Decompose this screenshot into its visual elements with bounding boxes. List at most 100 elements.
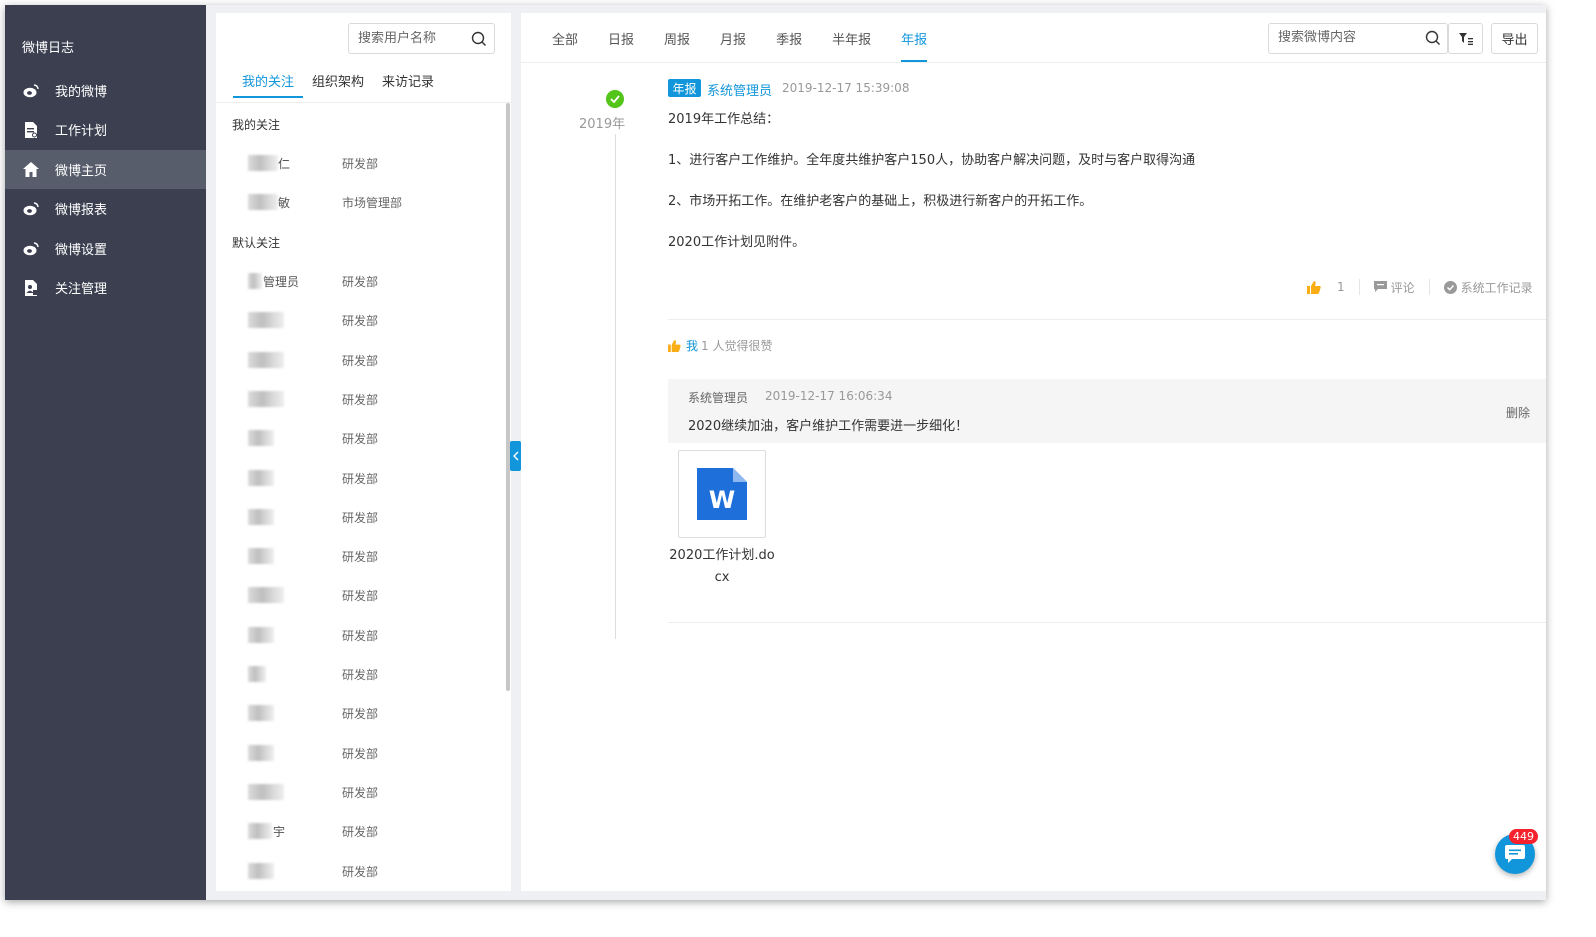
person-dept: 研发部 [342, 550, 379, 565]
avatar-blur [248, 390, 284, 407]
work-record-label: 系统工作记录 [1460, 280, 1533, 295]
comment-item: 系统管理员 2019-12-17 16:06:34 2020继续加油，客户维护工… [668, 379, 1546, 443]
svg-text:W: W [709, 486, 735, 514]
list-item[interactable]: 研发部 [248, 664, 498, 684]
chat-badge: 449 [1509, 829, 1538, 844]
comment-button[interactable]: 评论 [1373, 279, 1415, 296]
tab-daily[interactable]: 日报 [608, 13, 634, 62]
post-actions: 1 评论 系统工作记录 [1307, 278, 1533, 296]
avatar-blur [248, 587, 284, 604]
list-item[interactable]: 研发部 [248, 350, 498, 370]
list-item[interactable]: 研发部 [248, 546, 498, 566]
tab-half-year[interactable]: 半年报 [832, 13, 871, 62]
tab-quarterly[interactable]: 季报 [776, 13, 802, 62]
list-item[interactable]: 研发部 [248, 861, 498, 881]
home-icon [23, 162, 39, 178]
avatar-blur [248, 744, 274, 761]
scrollbar[interactable] [506, 103, 510, 691]
person-dept: 研发部 [342, 746, 379, 761]
list-item[interactable]: 研发部 [248, 468, 498, 488]
sidebar-item-weibo-settings[interactable]: 微博设置 [5, 229, 206, 268]
list-item[interactable]: 研发部 [248, 585, 498, 605]
likes-text: 1 人觉得很赞 [701, 339, 773, 353]
tab-org-structure[interactable]: 组织架构 [303, 71, 373, 98]
sidebar-item-my-weibo[interactable]: 我的微博 [5, 71, 206, 110]
chat-icon [1505, 845, 1525, 863]
person-name: 敏 [278, 196, 291, 210]
list-item[interactable]: 宇 研发部 [248, 821, 498, 841]
tab-visit-records[interactable]: 来访记录 [373, 71, 443, 98]
like-count: 1 [1337, 280, 1345, 294]
person-dept: 研发部 [342, 707, 379, 722]
chevron-left-icon [512, 451, 518, 461]
attachment-name[interactable]: 2020工作计划.docx [668, 545, 776, 589]
avatar-blur [248, 823, 272, 840]
app-frame: 微博日志 我的微博 工作计划 微博主页 微博报表 微博设置 关注管理 搜索用户名… [5, 5, 1546, 900]
group-title-my-follow: 我的关注 [232, 118, 281, 132]
tab-monthly[interactable]: 月报 [720, 13, 746, 62]
avatar-blur [248, 351, 284, 368]
people-tabs: 我的关注 组织架构 来访记录 [233, 71, 462, 98]
person-dept: 研发部 [342, 314, 379, 329]
like-button[interactable]: 1 [1307, 280, 1345, 294]
likes-me-link[interactable]: 我 [686, 337, 698, 354]
list-item[interactable]: 仁 研发部 [248, 153, 498, 173]
avatar-blur [248, 155, 278, 171]
list-item[interactable]: 研发部 [248, 428, 498, 448]
collapse-panel-button[interactable] [510, 441, 521, 471]
tab-weekly[interactable]: 周报 [664, 13, 690, 62]
user-search [348, 23, 495, 54]
sidebar-item-label: 工作计划 [55, 124, 108, 139]
tab-my-follow[interactable]: 我的关注 [233, 71, 304, 98]
post-time: 2019-12-17 15:39:08 [782, 81, 910, 95]
filter-button[interactable] [1448, 23, 1483, 54]
attachment-thumbnail[interactable]: W [678, 450, 766, 538]
divider [1358, 279, 1360, 295]
post-author[interactable]: 系统管理员 [707, 80, 772, 99]
sidebar-item-weibo-home[interactable]: 微博主页 [5, 150, 206, 189]
person-dept: 研发部 [342, 785, 379, 800]
tab-all[interactable]: 全部 [552, 13, 578, 62]
sidebar-item-weibo-report[interactable]: 微博报表 [5, 189, 206, 228]
thumbs-up-icon [1307, 280, 1321, 294]
word-doc-icon: W [697, 468, 747, 520]
list-item[interactable]: 研发部 [248, 743, 498, 763]
search-icon[interactable] [471, 31, 487, 51]
user-search-input[interactable] [358, 31, 468, 46]
person-dept: 研发部 [342, 825, 379, 840]
person-dept: 研发部 [342, 432, 379, 447]
list-item[interactable]: 研发部 [248, 625, 498, 645]
timeline-year: 2019年 [579, 117, 626, 132]
sidebar-item-label: 微博设置 [55, 243, 108, 258]
person-dept: 研发部 [342, 589, 379, 604]
list-item[interactable]: 研发部 [248, 310, 498, 330]
person-dept: 研发部 [342, 628, 379, 643]
weibo-icon [23, 83, 39, 99]
list-item[interactable]: 研发部 [248, 507, 498, 527]
divider [668, 622, 1546, 623]
weibo-icon [23, 201, 39, 217]
likes-summary: 我 1 人觉得很赞 [668, 337, 772, 354]
search-icon[interactable] [1425, 30, 1441, 50]
list-item[interactable]: 敏 市场管理部 [248, 192, 498, 212]
report-type-badge: 年报 [668, 79, 701, 97]
work-record-button[interactable]: 系统工作记录 [1443, 279, 1533, 296]
divider [668, 319, 1546, 320]
list-item[interactable]: 管理员 研发部 [248, 271, 498, 291]
tab-annual[interactable]: 年报 [901, 13, 928, 62]
list-item[interactable]: 研发部 [248, 782, 498, 802]
comment-time: 2019-12-17 16:06:34 [765, 389, 893, 403]
comment-author[interactable]: 系统管理员 [688, 389, 748, 406]
sidebar-item-follow-manage[interactable]: 关注管理 [5, 268, 206, 307]
list-item[interactable]: 研发部 [248, 703, 498, 723]
sidebar-item-work-plan[interactable]: 工作计划 [5, 110, 206, 149]
content-search-input[interactable] [1278, 30, 1418, 45]
export-button[interactable]: 导出 [1491, 23, 1538, 54]
sidebar: 微博日志 我的微博 工作计划 微博主页 微博报表 微博设置 关注管理 [5, 5, 206, 900]
post-text-line: 2020工作计划见附件。 [668, 235, 806, 250]
list-item[interactable]: 研发部 [248, 389, 498, 409]
avatar-blur [248, 508, 274, 525]
person-dept: 市场管理部 [342, 196, 403, 210]
divider [1428, 279, 1430, 295]
delete-comment-button[interactable]: 删除 [1506, 404, 1530, 421]
